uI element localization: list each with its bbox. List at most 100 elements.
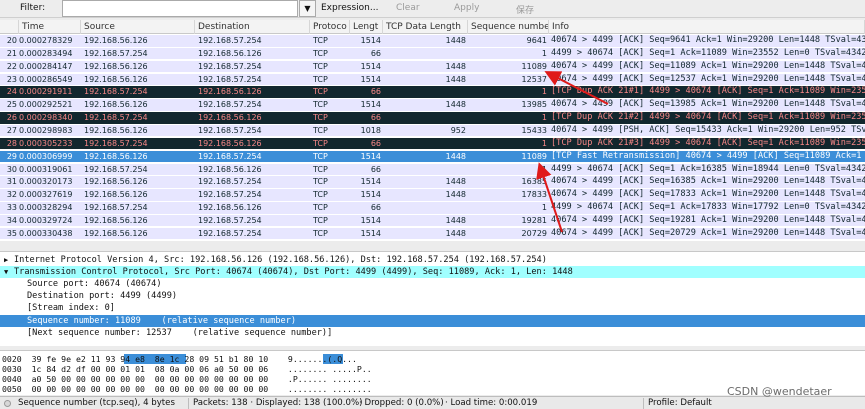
detail-line[interactable]: [Stream index: 0] [0, 302, 865, 314]
packet-cell-src: 192.168.56.126 [84, 125, 148, 135]
packet-cell-tlen [383, 86, 468, 98]
packet-cell-info: 40674 > 4499 [ACK] Seq=11089 Ack=1 Win=2… [551, 60, 865, 71]
packet-cell-proto: TCP [313, 87, 328, 97]
packet-row[interactable]: 35 0.000330438 192.168.56.126 192.168.57.25… [0, 227, 865, 240]
packet-list[interactable]: Time Source Destination Protoco Lengt TCP Dat… [0, 20, 865, 241]
packet-cell-dst: 192.168.57.254 [198, 36, 262, 45]
detail-line[interactable]: [Next sequence number: 12537 (relative s… [0, 327, 865, 339]
packet-cell-src: 192.168.57.254 [84, 113, 148, 123]
packet-cell-dst: 192.168.56.126 [198, 164, 262, 174]
packet-row[interactable]: 26 0.000298340 192.168.57.254 192.168.56.12… [0, 112, 865, 124]
packet-cell-time: 0.000298340 [19, 113, 73, 123]
detail-line[interactable]: Sequence number: 11089 (relative sequenc… [0, 314, 865, 327]
status-load-time: · Load time: 0:00.019 [445, 398, 538, 408]
column-header-tlen[interactable]: TCP Data Length [383, 20, 468, 34]
packet-cell-time: 0.000320173 [19, 177, 73, 187]
packet-cell-no: 20 [6, 36, 17, 45]
packet-cell-dst: 192.168.57.254 [198, 215, 262, 225]
packet-row[interactable]: 23 0.000286549 192.168.56.126 192.168.57.25… [0, 73, 865, 86]
detail-line[interactable]: Source port: 40674 (40674) [0, 278, 865, 290]
packet-cell-seq: 15433 [521, 125, 547, 135]
packet-cell-tlen: 1448 [445, 215, 466, 225]
packet-cell-info: 40674 > 4499 [ACK] Seq=17833 Ack=1 Win=2… [551, 189, 865, 200]
column-header-info[interactable]: Info [549, 20, 865, 34]
packet-cell-time: 0.000305233 [19, 138, 73, 148]
packet-row[interactable]: 33 0.000328294 192.168.57.254 192.168.56.12… [0, 202, 865, 214]
hex-line[interactable]: 0020 39 fe 9e e2 11 93 94 e8 8e 1c 28 09… [0, 354, 865, 364]
save-button[interactable]: 保存 [516, 3, 534, 16]
detail-line[interactable]: ▶ Internet Protocol Version 4, Src: 192.1… [0, 254, 865, 266]
packet-cell-dst: 192.168.56.126 [198, 113, 262, 123]
packet-row[interactable]: 21 0.000283494 192.168.57.254 192.168.56.12… [0, 47, 865, 60]
packet-details-tree[interactable]: ▶ Internet Protocol Version 4, Src: 192.1… [0, 251, 865, 346]
packet-row[interactable]: 24 0.000291911 192.168.57.254 192.168.56.12… [0, 86, 865, 98]
hex-text: 0030 1c 84 d2 df 00 00 01 01 08 0a 00 06… [2, 364, 372, 374]
packet-cell-time: 0.000298983 [19, 125, 73, 135]
apply-button[interactable]: Apply [454, 3, 479, 13]
filter-input[interactable] [62, 0, 298, 17]
packet-cell-len: 1514 [360, 177, 381, 187]
packet-cell-seq: 17833 [521, 190, 547, 200]
expression-button[interactable]: Expression... [321, 3, 378, 13]
packet-cell-tlen: 1448 [445, 36, 466, 45]
column-header-no[interactable] [0, 20, 19, 34]
packet-cell-seq: 20729 [521, 228, 547, 238]
filter-dropdown-button[interactable]: ▼ [299, 0, 316, 17]
packet-cell-info: 40674 > 4499 [ACK] Seq=19281 Ack=1 Win=2… [551, 214, 865, 225]
packet-cell-no: 21 [6, 48, 17, 58]
packet-cell-len: 1514 [360, 151, 381, 161]
detail-line[interactable]: ▼ Transmission Control Protocol, Src Port… [0, 266, 865, 279]
packet-cell-len: 66 [370, 113, 381, 123]
packet-row[interactable]: 30 0.000319061 192.168.57.254 192.168.56.12… [0, 163, 865, 176]
packet-row[interactable]: 28 0.000305233 192.168.57.254 192.168.56.12… [0, 137, 865, 150]
column-header-proto[interactable]: Protoco [310, 20, 350, 34]
packet-cell-proto: TCP [313, 74, 328, 84]
status-dropped: · Dropped: 0 (0.0%) [359, 398, 444, 408]
packet-cell-time: 0.000327619 [19, 190, 73, 200]
packet-cell-proto: TCP [313, 151, 328, 161]
column-header-src[interactable]: Source [81, 20, 195, 34]
detail-line[interactable]: Destination port: 4499 (4499) [0, 290, 865, 302]
hex-line[interactable]: 0030 1c 84 d2 df 00 00 01 01 08 0a 00 06… [0, 364, 865, 374]
packet-cell-time: 0.000283494 [19, 48, 73, 58]
packet-row[interactable]: 27 0.000298983 192.168.56.126 192.168.57.25… [0, 124, 865, 137]
packet-row[interactable]: 20 0.000278329 192.168.56.126 192.168.57.25… [0, 35, 865, 47]
packet-cell-info: 40674 > 4499 [ACK] Seq=16385 Ack=1 Win=2… [551, 176, 865, 187]
packet-cell-proto: TCP [313, 215, 328, 225]
packet-cell-dst: 192.168.56.126 [198, 48, 262, 58]
packet-cell-time: 0.000278329 [19, 36, 73, 45]
packet-cell-time: 0.000329724 [19, 215, 73, 225]
detail-text: Source port: 40674 (40674) [27, 279, 162, 290]
packet-cell-time: 0.000330438 [19, 228, 73, 238]
expanded-arrow-icon[interactable]: ▼ [4, 266, 8, 278]
packet-cell-src: 192.168.56.126 [84, 151, 148, 161]
column-header-seq[interactable]: Sequence numbe [468, 20, 549, 34]
packet-cell-info: [TCP Fast Retransmission] 40674 > 4499 [… [551, 150, 865, 161]
packet-row[interactable]: 29 0.000306999 192.168.56.126 192.168.57.25… [0, 150, 865, 163]
packet-cell-info: 40674 > 4499 [ACK] Seq=12537 Ack=1 Win=2… [551, 73, 865, 84]
packet-cell-no: 30 [6, 164, 17, 174]
packet-cell-time: 0.000291911 [19, 87, 73, 97]
packet-row[interactable]: 32 0.000327619 192.168.56.126 192.168.57.25… [0, 189, 865, 201]
packet-cell-dst: 192.168.57.254 [198, 74, 262, 84]
clear-button[interactable]: Clear [396, 3, 420, 13]
hex-line[interactable]: 0040 a0 50 00 00 00 00 00 00 00 00 00 00… [0, 374, 865, 384]
column-header-dst[interactable]: Destination [195, 20, 310, 34]
status-profile[interactable]: Profile: Default [648, 398, 712, 408]
packet-row[interactable]: 34 0.000329724 192.168.56.126 192.168.57.25… [0, 214, 865, 227]
column-header-time[interactable]: Time [19, 20, 81, 34]
packet-cell-tlen [383, 164, 468, 176]
packet-row[interactable]: 22 0.000284147 192.168.56.126 192.168.57.25… [0, 60, 865, 73]
packet-row[interactable]: 31 0.000320173 192.168.56.126 192.168.57.25… [0, 176, 865, 188]
chevron-down-icon: ▼ [304, 4, 311, 13]
status-field-info: Sequence number (tcp.seq), 4 bytes [18, 398, 175, 408]
column-header-len[interactable]: Lengt [350, 20, 383, 34]
detail-text: [Stream index: 0] [27, 303, 115, 314]
packet-cell-info: 40674 > 4499 [ACK] Seq=20729 Ack=1 Win=2… [551, 227, 865, 238]
packet-cell-no: 35 [6, 228, 17, 238]
collapsed-arrow-icon[interactable]: ▶ [4, 254, 8, 266]
packet-row[interactable]: 25 0.000292521 192.168.56.126 192.168.57.25… [0, 99, 865, 111]
packet-cell-no: 26 [6, 113, 17, 123]
packet-cell-tlen: 1448 [445, 74, 466, 84]
expert-info-icon[interactable] [4, 400, 11, 407]
